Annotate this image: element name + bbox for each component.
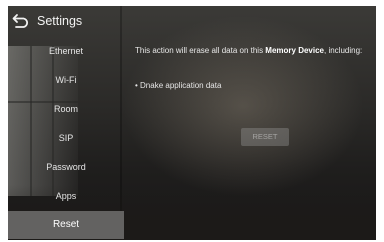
sidebar-item-reset[interactable]: Reset <box>8 211 124 239</box>
settings-screen: Settings Ethernet Wi-Fi Room SIP Passwor… <box>8 6 376 240</box>
reset-button[interactable]: RESET <box>241 128 289 146</box>
sidebar-item-wifi[interactable]: Wi-Fi <box>8 69 124 91</box>
erase-list-item: • Dnake application data <box>135 81 222 90</box>
sidebar-item-ethernet[interactable]: Ethernet <box>8 40 124 62</box>
sidebar: Ethernet Wi-Fi Room SIP Password Apps Re… <box>8 36 124 240</box>
message-prefix: This action will erase all data on this <box>135 46 266 55</box>
back-arrow-icon[interactable] <box>12 13 30 29</box>
sidebar-item-password[interactable]: Password <box>8 156 124 178</box>
page-title: Settings <box>37 14 83 28</box>
header: Settings <box>8 6 208 36</box>
sidebar-item-apps[interactable]: Apps <box>8 185 124 207</box>
message-device-name: Memory Device <box>265 46 324 55</box>
erase-warning-message: This action will erase all data on this … <box>135 46 370 56</box>
message-suffix: , including: <box>324 46 363 55</box>
sidebar-item-sip[interactable]: SIP <box>8 127 124 149</box>
sidebar-item-room[interactable]: Room <box>8 98 124 120</box>
